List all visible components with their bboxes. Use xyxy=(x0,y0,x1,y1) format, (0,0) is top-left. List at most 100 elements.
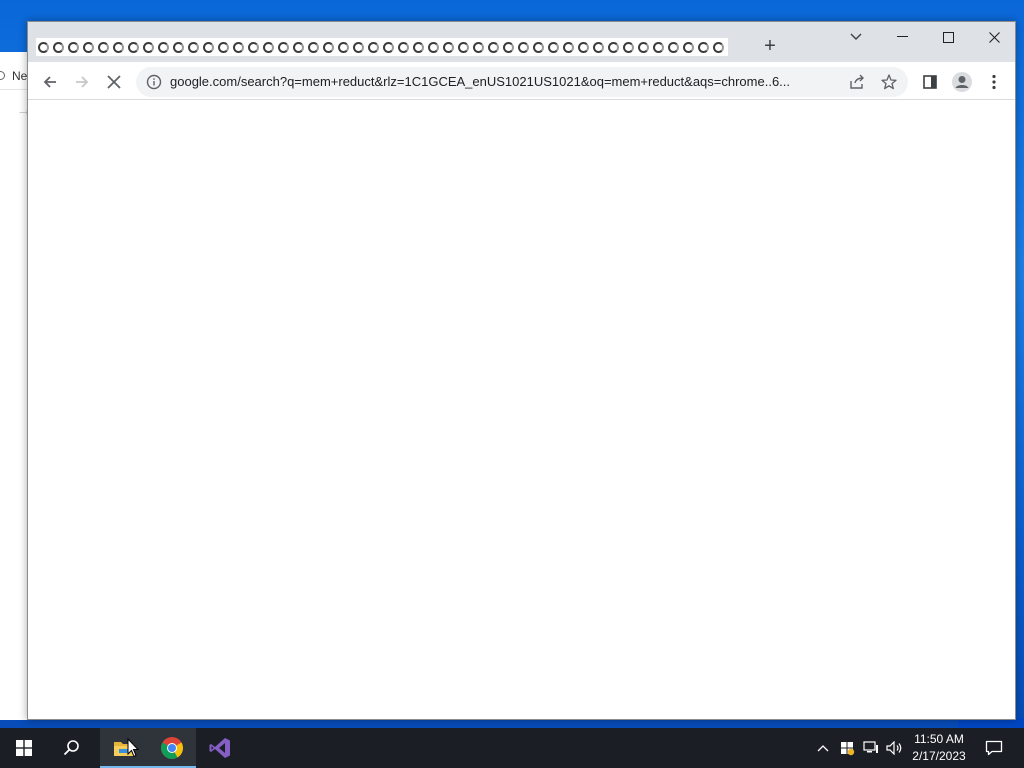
close-button[interactable] xyxy=(971,22,1017,52)
browser-tab[interactable] xyxy=(276,38,291,56)
loading-spinner-icon xyxy=(218,41,229,53)
browser-tab[interactable] xyxy=(231,38,246,56)
loading-spinner-icon xyxy=(428,41,439,53)
browser-tab[interactable] xyxy=(171,38,186,56)
browser-tab[interactable] xyxy=(351,38,366,56)
network-button[interactable] xyxy=(860,728,882,768)
browser-tab[interactable] xyxy=(591,38,606,56)
browser-tab[interactable] xyxy=(261,38,276,56)
chrome-menu-button[interactable] xyxy=(980,68,1008,96)
browser-tab[interactable] xyxy=(561,38,576,56)
visual-studio-icon xyxy=(209,738,230,758)
browser-tab[interactable] xyxy=(636,38,651,56)
profile-button[interactable] xyxy=(948,68,976,96)
notification-icon xyxy=(985,740,1003,756)
browser-tab[interactable] xyxy=(651,38,666,56)
side-panel-button[interactable] xyxy=(916,68,944,96)
chevron-up-icon xyxy=(817,745,829,752)
browser-tab[interactable] xyxy=(366,38,381,56)
action-center-button[interactable] xyxy=(976,728,1012,768)
url-text[interactable]: google.com/search?q=mem+reduct&rlz=1C1GC… xyxy=(170,74,836,89)
start-button[interactable] xyxy=(0,728,48,768)
browser-tab[interactable] xyxy=(681,38,696,56)
browser-tab[interactable] xyxy=(291,38,306,56)
show-hidden-icons-button[interactable] xyxy=(812,728,834,768)
browser-tab[interactable] xyxy=(51,38,66,56)
browser-tab[interactable] xyxy=(621,38,636,56)
tabs-row xyxy=(36,38,728,56)
network-icon xyxy=(863,741,878,753)
chevron-down-icon xyxy=(850,33,862,40)
browser-tab[interactable] xyxy=(201,38,216,56)
background-tab-label: Ne xyxy=(12,69,28,83)
browser-tab[interactable] xyxy=(531,38,546,56)
browser-tab[interactable] xyxy=(81,38,96,56)
browser-tab[interactable] xyxy=(396,38,411,56)
tab-strip: + xyxy=(28,22,1015,62)
browser-tab[interactable] xyxy=(441,38,456,56)
browser-tab[interactable] xyxy=(606,38,621,56)
browser-tab[interactable] xyxy=(126,38,141,56)
back-button[interactable] xyxy=(36,68,64,96)
taskbar-file-explorer[interactable] xyxy=(100,728,148,768)
browser-tab[interactable] xyxy=(426,38,441,56)
browser-tab[interactable] xyxy=(141,38,156,56)
profile-avatar-icon xyxy=(952,72,972,92)
loading-spinner-icon xyxy=(278,41,289,53)
stop-loading-button[interactable] xyxy=(100,68,128,96)
browser-tab[interactable] xyxy=(246,38,261,56)
speaker-icon xyxy=(886,741,902,755)
forward-arrow-icon xyxy=(76,76,89,88)
new-tab-button[interactable]: + xyxy=(760,36,780,57)
loading-spinner-icon xyxy=(443,41,454,53)
browser-tab[interactable] xyxy=(471,38,486,56)
browser-tab[interactable] xyxy=(546,38,561,56)
taskbar-visual-studio[interactable] xyxy=(196,728,244,768)
loading-spinner-icon xyxy=(383,41,394,53)
loading-spinner-icon xyxy=(113,41,124,53)
browser-tab[interactable] xyxy=(216,38,231,56)
browser-tab[interactable] xyxy=(711,38,726,56)
taskbar-chrome[interactable] xyxy=(148,728,196,768)
clock-time: 11:50 AM xyxy=(914,732,964,746)
browser-tab[interactable] xyxy=(381,38,396,56)
browser-tab[interactable] xyxy=(66,38,81,56)
loading-spinner-icon xyxy=(608,41,619,53)
loading-spinner-icon xyxy=(323,41,334,53)
minimize-button[interactable] xyxy=(879,22,925,52)
tab-search-button[interactable] xyxy=(833,22,879,52)
loading-spinner-icon xyxy=(548,41,559,53)
browser-tab[interactable] xyxy=(456,38,471,56)
browser-tab[interactable] xyxy=(516,38,531,56)
browser-tab[interactable] xyxy=(486,38,501,56)
browser-tab[interactable] xyxy=(111,38,126,56)
taskbar-clock[interactable]: 11:50 AM 2/17/2023 xyxy=(906,731,972,765)
browser-tab[interactable] xyxy=(666,38,681,56)
info-icon[interactable] xyxy=(146,74,162,90)
browser-tab[interactable] xyxy=(96,38,111,56)
tray-security-icon-button[interactable] xyxy=(836,728,858,768)
side-panel-icon xyxy=(923,75,937,89)
loading-spinner-icon xyxy=(668,41,679,53)
browser-tab[interactable] xyxy=(36,38,51,56)
bookmark-star-icon[interactable] xyxy=(880,73,898,91)
loading-spinner-icon xyxy=(233,41,244,53)
loading-spinner-icon xyxy=(188,41,199,53)
browser-tab[interactable] xyxy=(186,38,201,56)
browser-tab[interactable] xyxy=(696,38,711,56)
browser-tab[interactable] xyxy=(336,38,351,56)
share-icon[interactable] xyxy=(848,73,866,91)
browser-tab[interactable] xyxy=(576,38,591,56)
browser-tab[interactable] xyxy=(411,38,426,56)
browser-tab[interactable] xyxy=(156,38,171,56)
browser-tab[interactable] xyxy=(501,38,516,56)
stop-icon xyxy=(107,75,121,89)
maximize-button[interactable] xyxy=(925,22,971,52)
address-bar[interactable]: google.com/search?q=mem+reduct&rlz=1C1GC… xyxy=(136,67,908,97)
volume-button[interactable] xyxy=(884,728,906,768)
taskbar-search-button[interactable] xyxy=(48,728,96,768)
forward-button[interactable] xyxy=(68,68,96,96)
browser-tab[interactable] xyxy=(321,38,336,56)
loading-spinner-icon xyxy=(473,41,484,53)
browser-tab[interactable] xyxy=(306,38,321,56)
